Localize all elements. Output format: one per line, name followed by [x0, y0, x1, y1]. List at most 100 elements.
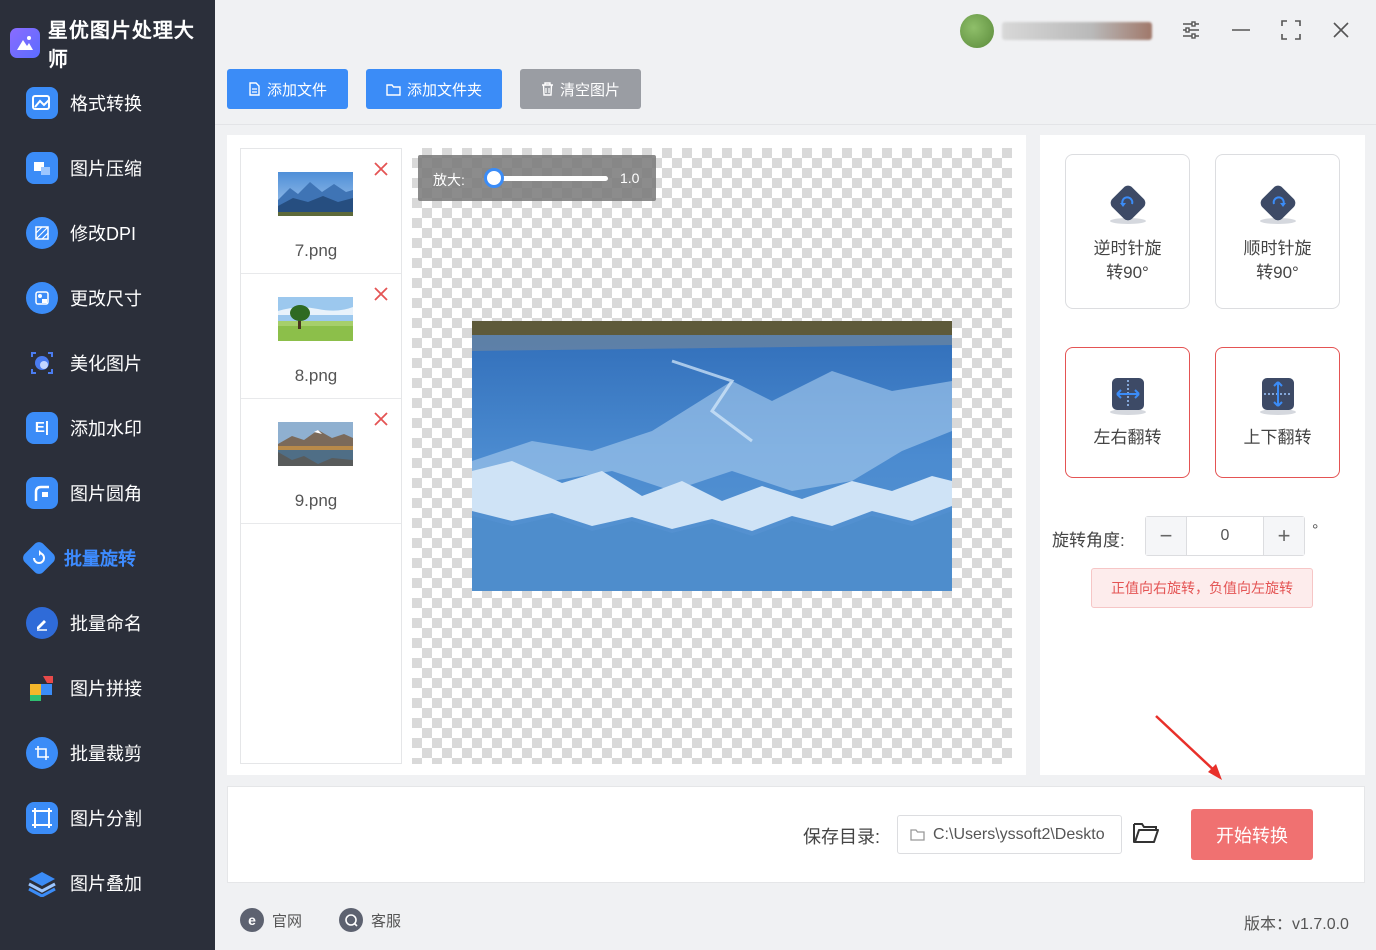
- sidebar-item-image-layer[interactable]: 图片叠加: [0, 850, 215, 915]
- file-name: 8.png: [294, 366, 338, 385]
- save-directory-path: C:\Users\yssoft2\Deskto: [933, 825, 1105, 843]
- add-file-label: 添加文件: [266, 81, 327, 99]
- rotate-cw-label: 顺时针旋 转90°: [1243, 239, 1312, 282]
- settings-sliders-icon[interactable]: [1175, 14, 1207, 46]
- sidebar-item-label: 添加水印: [70, 418, 142, 439]
- save-directory-label: 保存目录:: [803, 827, 881, 847]
- sidebar-item-image-stitch[interactable]: 图片拼接: [0, 655, 215, 720]
- rotate-cw-button[interactable]: 顺时针旋 转90°: [1215, 154, 1340, 309]
- website-link[interactable]: e 官网: [240, 908, 302, 932]
- avatar: [960, 14, 994, 48]
- sidebar-item-batch-crop[interactable]: 批量裁剪: [0, 720, 215, 785]
- support-link[interactable]: 客服: [339, 908, 401, 932]
- save-directory-field[interactable]: C:\Users\yssoft2\Deskto: [897, 815, 1122, 854]
- trash-icon: [541, 82, 553, 96]
- sidebar-item-label: 修改DPI: [70, 223, 137, 244]
- increment-button[interactable]: +: [1264, 517, 1304, 555]
- rotation-angle-stepper: − +: [1145, 516, 1305, 556]
- flip-vertical-button[interactable]: 上下翻转: [1215, 347, 1340, 478]
- remove-file-icon[interactable]: [371, 409, 391, 429]
- add-file-button[interactable]: 添加文件: [227, 69, 348, 109]
- website-label: 官网: [272, 912, 303, 930]
- chat-support-icon: [339, 908, 363, 932]
- list-item[interactable]: 8.png: [241, 274, 401, 399]
- brand: 星优图片处理大师: [10, 14, 215, 72]
- flip-vertical-label: 上下翻转: [1243, 428, 1312, 447]
- version-label: 版本：v1.7.0.0: [1244, 916, 1349, 933]
- maximize-icon[interactable]: [1275, 14, 1307, 46]
- clear-images-label: 清空图片: [559, 81, 620, 99]
- thumbnail-7: [278, 172, 353, 216]
- annotation-arrow-icon: [1155, 715, 1222, 780]
- image-compress-icon: [26, 151, 58, 184]
- browse-folder-icon[interactable]: [1132, 820, 1162, 850]
- sidebar-item-label: 格式转换: [70, 93, 142, 114]
- zoom-label: 放大:: [433, 172, 465, 188]
- zoom-control: 放大: 1.0: [418, 155, 656, 201]
- file-list: 7.png 8.png 9.png: [240, 148, 402, 764]
- sidebar-item-watermark[interactable]: E| 添加水印: [0, 395, 215, 460]
- sidebar-item-format-convert[interactable]: 格式转换: [0, 70, 215, 135]
- sidebar-item-label: 图片分割: [70, 808, 142, 829]
- browser-icon: e: [240, 908, 264, 932]
- image-split-icon: [26, 801, 58, 834]
- rotation-angle-input[interactable]: [1186, 517, 1264, 555]
- remove-file-icon[interactable]: [371, 284, 391, 304]
- flip-horizontal-button[interactable]: 左右翻转: [1065, 347, 1190, 478]
- sidebar-item-label: 图片叠加: [70, 873, 142, 894]
- thumbnail-9: [278, 422, 353, 466]
- thumbnail-8: [278, 297, 353, 341]
- batch-crop-icon: [26, 736, 58, 769]
- image-convert-icon: [26, 86, 58, 119]
- flip-horizontal-label: 左右翻转: [1093, 428, 1162, 447]
- beautify-icon: [26, 347, 58, 379]
- clear-images-button[interactable]: 清空图片: [520, 69, 641, 109]
- list-item[interactable]: 9.png: [241, 399, 401, 524]
- sidebar-item-batch-rotate[interactable]: 批量旋转: [0, 525, 215, 590]
- rotation-hint: 正值向右旋转，负值向左旋转: [1091, 568, 1313, 608]
- batch-rename-icon: [26, 606, 58, 639]
- preview-image: [472, 321, 952, 591]
- sidebar-item-image-split[interactable]: 图片分割: [0, 785, 215, 850]
- sidebar-item-batch-rename[interactable]: 批量命名: [0, 590, 215, 655]
- rotation-angle-label: 旋转角度:: [1052, 531, 1125, 550]
- minimize-icon[interactable]: [1225, 14, 1257, 46]
- list-item[interactable]: 7.png: [241, 149, 401, 274]
- round-corner-icon: [26, 476, 58, 509]
- add-folder-button[interactable]: 添加文件夹: [366, 69, 502, 109]
- remove-file-icon[interactable]: [371, 159, 391, 179]
- flip-horizontal-icon: [1109, 378, 1146, 415]
- sidebar-item-dpi[interactable]: 修改DPI: [0, 200, 215, 265]
- watermark-icon: E|: [26, 411, 58, 444]
- flip-vertical-icon: [1259, 378, 1296, 415]
- user-name-redacted: [1002, 22, 1152, 40]
- zoom-slider-handle[interactable]: [484, 168, 504, 188]
- close-icon[interactable]: [1325, 14, 1357, 46]
- support-label: 客服: [371, 912, 402, 930]
- sidebar-item-image-compress[interactable]: 图片压缩: [0, 135, 215, 200]
- divider: [215, 124, 1376, 125]
- image-layer-icon: [26, 867, 58, 899]
- user-account[interactable]: [960, 14, 1152, 48]
- sidebar-item-label: 图片圆角: [70, 483, 142, 504]
- dpi-icon: [26, 216, 58, 249]
- sidebar-item-label: 美化图片: [70, 353, 142, 374]
- sidebar-item-label: 批量命名: [70, 613, 142, 634]
- sidebar-item-resize[interactable]: 更改尺寸: [0, 265, 215, 330]
- folder-outline-icon: [910, 829, 925, 841]
- add-folder-label: 添加文件夹: [406, 81, 482, 99]
- batch-rotate-icon: [20, 539, 58, 576]
- rotate-left-icon: [1109, 185, 1146, 224]
- start-convert-button[interactable]: 开始转换: [1191, 809, 1313, 860]
- sidebar-item-label: 图片压缩: [70, 158, 142, 179]
- app-title: 星优图片处理大师: [47, 20, 195, 71]
- sidebar: 星优图片处理大师 格式转换 图片压缩 修改DPI 更改尺寸 美化图片 E| 添加…: [0, 0, 215, 950]
- degree-unit: °: [1312, 522, 1319, 539]
- sidebar-item-beautify[interactable]: 美化图片: [0, 330, 215, 395]
- zoom-slider-track[interactable]: [488, 176, 608, 181]
- file-name: 9.png: [294, 491, 338, 510]
- decrement-button[interactable]: −: [1146, 517, 1186, 555]
- sidebar-item-round-corner[interactable]: 图片圆角: [0, 460, 215, 525]
- sidebar-item-label: 图片拼接: [70, 678, 142, 699]
- rotate-ccw-button[interactable]: 逆时针旋 转90°: [1065, 154, 1190, 309]
